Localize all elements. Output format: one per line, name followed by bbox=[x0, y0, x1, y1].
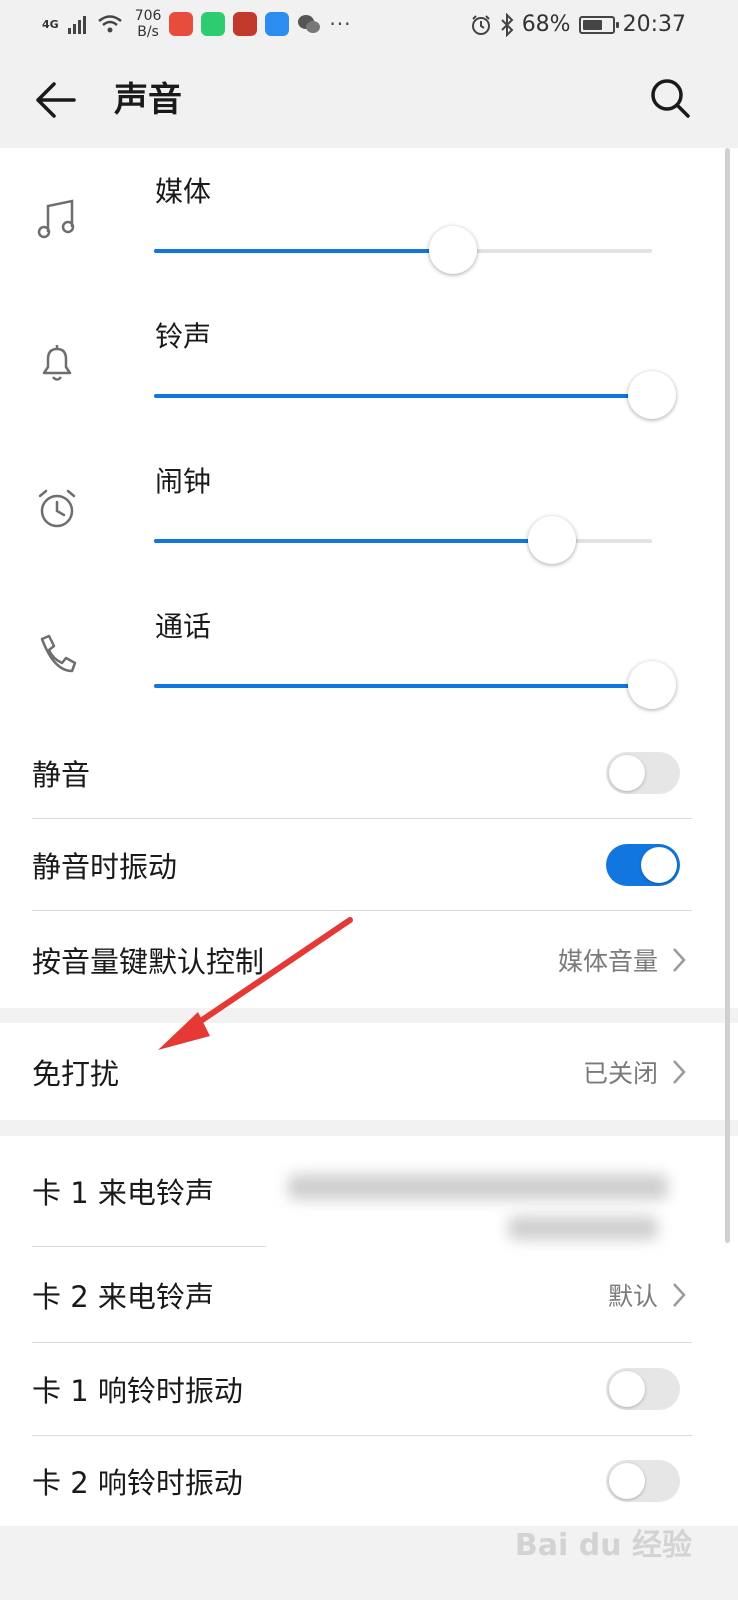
alarm-clock-icon bbox=[38, 489, 76, 528]
sim2-ringtone-value: 默认 bbox=[607, 1281, 658, 1311]
sim1-ringtone-label: 卡 1 来电铃声 bbox=[32, 1176, 214, 1210]
slider-fill bbox=[154, 394, 652, 398]
sim-settings-card: 卡 1 来电铃声 卡 2 来电铃声 默认 卡 1 响铃时振动 卡 2 响铃时振动 bbox=[0, 1136, 738, 1526]
slider-fill bbox=[154, 684, 652, 688]
chat-app-icon bbox=[265, 12, 290, 36]
media-volume-label: 媒体 bbox=[155, 175, 212, 208]
sim1-vibrate-toggle[interactable] bbox=[606, 1368, 680, 1410]
mute-toggle[interactable] bbox=[606, 752, 680, 794]
blurred-line bbox=[508, 1216, 658, 1240]
sim2-vibrate-toggle[interactable] bbox=[606, 1460, 680, 1502]
annotation-arrow-icon bbox=[158, 917, 353, 1050]
bluetooth-icon bbox=[500, 12, 514, 37]
toggle-knob bbox=[641, 846, 677, 883]
sim1-vibrate-label: 卡 1 响铃时振动 bbox=[32, 1374, 243, 1408]
chevron-right-icon bbox=[673, 947, 686, 972]
status-right: 68% 20:37 bbox=[470, 12, 686, 37]
status-left: 4G 706 B/s ··· bbox=[42, 8, 352, 40]
phone-icon bbox=[40, 634, 77, 673]
watermark-logo: Bai du 经验 bbox=[514, 1528, 692, 1563]
slider-fill bbox=[154, 539, 553, 543]
ringtone-volume-label: 铃声 bbox=[155, 320, 212, 353]
slider-fill bbox=[154, 249, 453, 253]
toggle-knob bbox=[609, 1371, 645, 1407]
clock: 20:37 bbox=[622, 12, 686, 37]
chevron-right-icon bbox=[673, 1059, 686, 1084]
alarm-volume-slider[interactable] bbox=[154, 516, 652, 564]
dnd-label: 免打扰 bbox=[32, 1056, 120, 1091]
ringtone-volume-row: 铃声 bbox=[0, 293, 738, 438]
page-title: 声音 bbox=[114, 80, 182, 120]
alarm-icon bbox=[471, 14, 490, 35]
search-button[interactable] bbox=[648, 76, 692, 120]
back-button[interactable] bbox=[32, 78, 80, 122]
volume-key-value: 媒体音量 bbox=[557, 946, 658, 976]
signal-icon bbox=[67, 16, 86, 34]
back-arrow-icon bbox=[36, 82, 76, 118]
call-volume-label: 通话 bbox=[155, 610, 212, 643]
more-notifications: ··· bbox=[329, 12, 352, 36]
bell-icon bbox=[42, 345, 72, 381]
blurred-ringtone-value bbox=[268, 1156, 688, 1260]
wechat-icon bbox=[298, 15, 321, 33]
status-bar: 4G 706 B/s ··· 68% 20:37 bbox=[0, 0, 738, 50]
slider-thumb[interactable] bbox=[528, 516, 577, 564]
wifi-icon bbox=[97, 15, 122, 33]
battery-icon bbox=[578, 15, 619, 34]
network-speed: 706 B/s bbox=[135, 8, 162, 40]
search-icon bbox=[651, 79, 690, 118]
chevron-right-icon bbox=[673, 1282, 686, 1307]
vibrate-on-mute-label: 静音时振动 bbox=[32, 849, 178, 884]
scrollbar[interactable] bbox=[725, 148, 730, 1243]
dnd-value: 已关闭 bbox=[582, 1058, 658, 1088]
vibrate-on-mute-row[interactable]: 静音时振动 bbox=[32, 819, 692, 910]
speed-value: 706 bbox=[134, 8, 162, 24]
sim2-vibrate-label: 卡 2 响铃时振动 bbox=[32, 1466, 243, 1500]
speed-unit: B/s bbox=[137, 24, 159, 40]
media-volume-row: 媒体 bbox=[0, 148, 738, 293]
alarm-volume-row: 闹钟 bbox=[0, 438, 738, 583]
slider-thumb[interactable] bbox=[428, 226, 477, 274]
music-note-icon bbox=[37, 199, 75, 239]
sim2-vibrate-row[interactable]: 卡 2 响铃时振动 bbox=[32, 1436, 692, 1526]
blurred-line bbox=[288, 1174, 668, 1200]
ringtone-volume-slider[interactable] bbox=[154, 371, 676, 419]
call-volume-row: 通话 bbox=[0, 583, 738, 728]
game-app-icon bbox=[233, 12, 258, 36]
network-type: 4G bbox=[42, 17, 59, 31]
slider-thumb[interactable] bbox=[628, 661, 676, 709]
sim2-ringtone-label: 卡 2 来电铃声 bbox=[32, 1279, 214, 1314]
slider-thumb[interactable] bbox=[628, 371, 676, 419]
toggle-knob bbox=[609, 755, 645, 791]
vibrate-on-mute-toggle[interactable] bbox=[606, 843, 680, 886]
toggle-knob bbox=[609, 1463, 645, 1499]
mute-label: 静音 bbox=[32, 758, 91, 792]
sim2-ringtone-row[interactable]: 卡 2 来电铃声 默认 bbox=[32, 1247, 692, 1342]
volume-settings-card: 媒体 铃声 闹钟 通话 静音 静音时振动 按音量键默认控制 媒体音量 bbox=[0, 148, 738, 1008]
sim1-vibrate-row[interactable]: 卡 1 响铃时振动 bbox=[32, 1343, 692, 1435]
call-volume-slider[interactable] bbox=[154, 661, 676, 709]
video-app-icon bbox=[169, 12, 194, 36]
alarm-volume-label: 闹钟 bbox=[155, 465, 212, 498]
media-volume-slider[interactable] bbox=[154, 226, 652, 274]
green-app-icon bbox=[201, 12, 226, 36]
mute-row[interactable]: 静音 bbox=[32, 728, 692, 818]
battery-percent: 68% bbox=[521, 12, 571, 37]
app-bar: 声音 bbox=[0, 50, 738, 148]
